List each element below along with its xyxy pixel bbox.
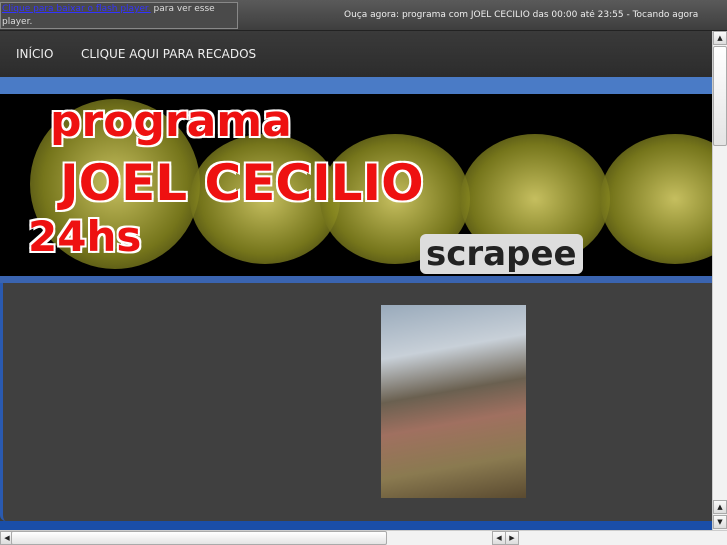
horizontal-scrollbar[interactable]: ◀ ◀ ▶ [0, 530, 727, 545]
nav-item-recados[interactable]: CLIQUE AQUI PARA RECADOS [81, 47, 256, 61]
now-playing-ticker: Ouça agora: programa com JOEL CECILIO da… [344, 10, 699, 20]
scroll-left-icon[interactable]: ◀ [492, 531, 506, 545]
banner-title-programa: programa [50, 96, 292, 147]
host-photo [381, 305, 526, 498]
banner-title-24hs: 24hs [28, 212, 142, 261]
content-panel [0, 283, 712, 521]
scroll-down-icon[interactable]: ▼ [713, 515, 727, 529]
banner-title-name: JOEL CECILIO [60, 154, 424, 212]
download-flash-link[interactable]: Clique para baixar o flash player. [2, 4, 151, 14]
content-bottom-border [0, 521, 712, 530]
vertical-scroll-thumb[interactable] [713, 46, 727, 146]
flash-player-notice: Clique para baixar o flash player. para … [0, 2, 238, 29]
nav-item-inicio[interactable]: INÍCIO [16, 47, 53, 61]
scroll-up-icon[interactable]: ▲ [713, 31, 727, 45]
horizontal-scroll-thumb[interactable] [11, 531, 387, 545]
wreath-decoration [600, 134, 712, 264]
scrapee-watermark: scrapee [420, 234, 583, 274]
main-nav: INÍCIO CLIQUE AQUI PARA RECADOS [0, 31, 712, 77]
vertical-scrollbar[interactable]: ▲ ▲ ▼ [712, 31, 727, 530]
scroll-right-icon[interactable]: ▶ [505, 531, 519, 545]
content-top-border [0, 276, 712, 283]
top-bar: Clique para baixar o flash player. para … [0, 0, 727, 31]
header-strip [0, 77, 712, 94]
scroll-up-icon[interactable]: ▲ [713, 500, 727, 514]
header-banner: programa JOEL CECILIO 24hs scrapee [0, 94, 712, 276]
